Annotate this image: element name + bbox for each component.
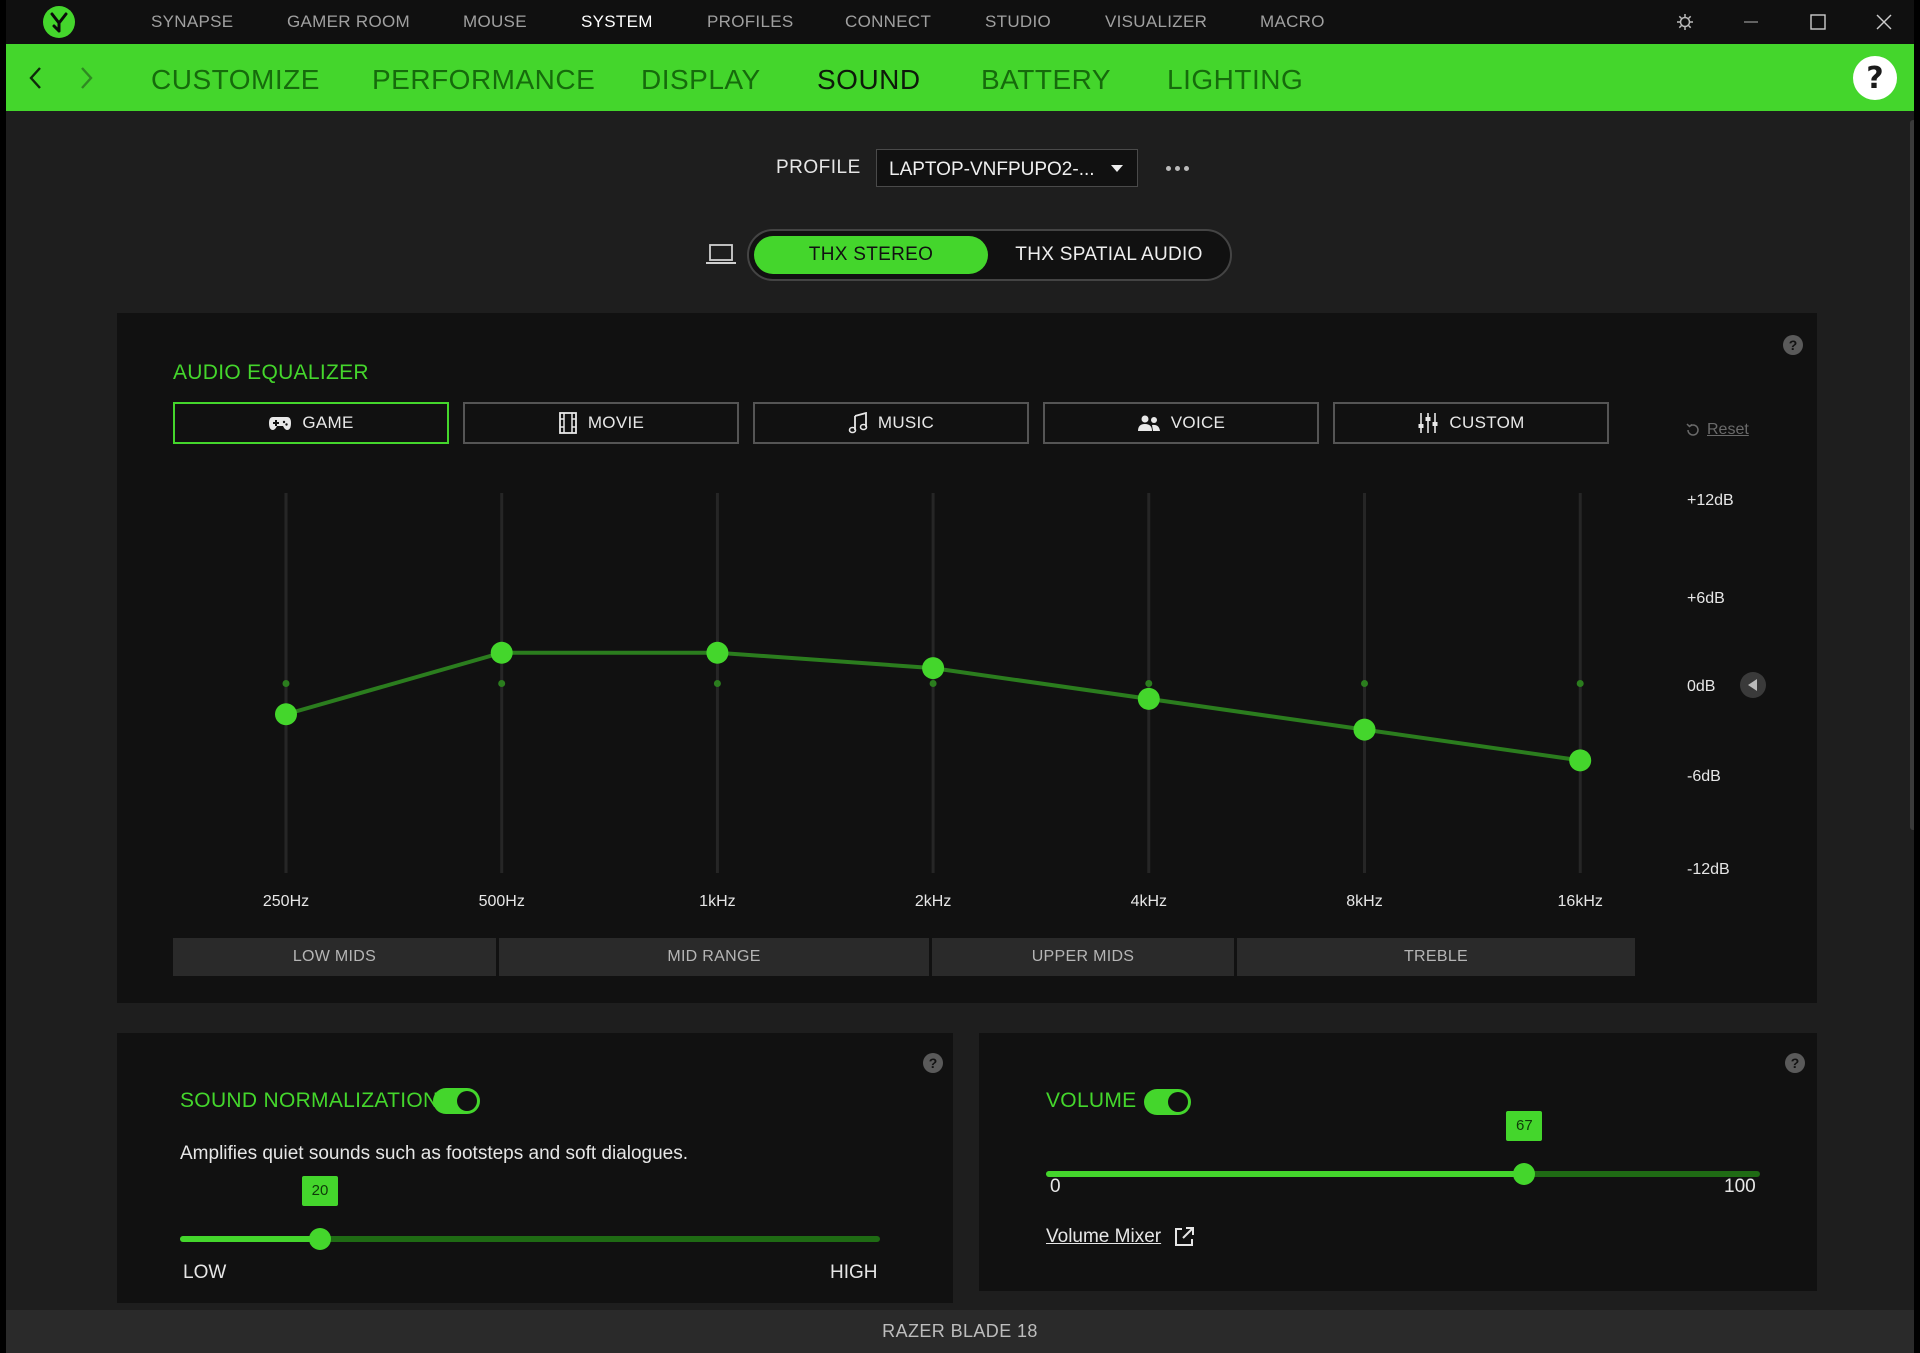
thx-stereo-option[interactable]: THX STEREO	[754, 236, 988, 274]
eq-db-label: 0dB	[1687, 678, 1715, 695]
eq-knob-4khz[interactable]	[1137, 687, 1160, 710]
eq-knob-16khz[interactable]	[1569, 749, 1592, 772]
eq-zero-marker	[282, 680, 290, 687]
zero-db-arrow-icon[interactable]	[1740, 672, 1766, 698]
audio-equalizer-panel: AUDIO EQUALIZER ? GAME MOVIE MUSIC VOICE…	[117, 313, 1817, 1003]
eq-frequency-label: 2kHz	[915, 893, 951, 910]
eq-zero-marker	[713, 680, 721, 687]
forward-arrow-icon[interactable]	[74, 64, 98, 92]
eq-frequency-label: 1kHz	[699, 893, 735, 910]
normalization-max-label: HIGH	[830, 1262, 878, 1283]
topnav-macro[interactable]: MACRO	[1260, 0, 1325, 44]
topnav-profiles[interactable]: PROFILES	[707, 0, 793, 44]
tab-performance[interactable]: PERFORMANCE	[372, 44, 595, 111]
volume-help-icon[interactable]: ?	[1785, 1053, 1805, 1073]
eq-frequency-label: 4kHz	[1131, 893, 1167, 910]
scrollbar[interactable]	[1910, 120, 1914, 830]
band-treble: TREBLE	[1237, 938, 1635, 976]
external-link-icon	[1175, 1227, 1195, 1246]
volume-slider[interactable]: 67	[1046, 1111, 1760, 1187]
topnav-gamer-room[interactable]: GAMER ROOM	[287, 0, 410, 44]
eq-frequency-label: 8kHz	[1346, 893, 1382, 910]
settings-gear-icon[interactable]	[1665, 0, 1705, 44]
tab-sound[interactable]: SOUND	[817, 44, 921, 111]
topnav-mouse[interactable]: MOUSE	[463, 0, 527, 44]
normalization-description: Amplifies quiet sounds such as footsteps…	[180, 1143, 689, 1164]
eq-zero-marker	[1361, 680, 1368, 687]
volume-panel: VOLUME ? 67 0 100 Volume Mixer	[979, 1033, 1817, 1291]
audio-mode-switch: THX STEREO THX SPATIAL AUDIO	[747, 229, 1232, 281]
tab-battery[interactable]: BATTERY	[981, 44, 1111, 111]
eq-frequency-label: 16kHz	[1558, 893, 1603, 910]
razer-logo-icon[interactable]	[43, 6, 75, 38]
eq-db-label: -6dB	[1687, 768, 1721, 785]
normalization-slider[interactable]: 20	[180, 1176, 880, 1252]
help-icon[interactable]: ?	[1853, 56, 1897, 100]
volume-toggle[interactable]	[1144, 1089, 1191, 1115]
eq-zero-marker	[1576, 680, 1584, 687]
caret-down-icon	[1111, 165, 1123, 172]
volume-mixer-link[interactable]: Volume Mixer	[1046, 1226, 1195, 1248]
laptop-icon	[704, 242, 738, 268]
sub-nav-bar: CUSTOMIZE PERFORMANCE DISPLAY SOUND BATT…	[6, 44, 1914, 111]
band-low-mids: LOW MIDS	[173, 938, 496, 976]
eq-frequency-label: 250Hz	[263, 893, 309, 910]
sound-normalization-panel: SOUND NORMALIZATION ? Amplifies quiet so…	[117, 1033, 953, 1303]
topnav-visualizer[interactable]: VISUALIZER	[1105, 0, 1207, 44]
eq-db-label: +6dB	[1687, 590, 1725, 607]
normalization-title: SOUND NORMALIZATION	[180, 1089, 439, 1112]
more-options-icon[interactable]	[1160, 156, 1194, 180]
eq-zero-marker	[929, 680, 937, 687]
equalizer-graph: 250Hz 500Hz 1kHz 2kHz 4kHz 8kHz 16kHz +12dB +6d…	[263, 492, 1766, 910]
normalization-toggle[interactable]	[433, 1088, 480, 1114]
slider-value-tag: 20	[302, 1176, 338, 1206]
slider-fill	[180, 1236, 320, 1242]
profile-label: PROFILE	[776, 157, 861, 178]
slider-knob[interactable]	[309, 1228, 331, 1250]
profile-value: LAPTOP-VNFPUPO2-...	[889, 159, 1095, 180]
maximize-icon[interactable]	[1798, 0, 1838, 44]
synapse-window: SYNAPSE GAMER ROOM MOUSE SYSTEM PROFILES…	[6, 0, 1914, 1353]
eq-knob-1khz[interactable]	[706, 641, 729, 664]
close-icon[interactable]	[1864, 0, 1904, 44]
back-arrow-icon[interactable]	[24, 64, 48, 92]
volume-min-label: 0	[1050, 1176, 1061, 1197]
profile-dropdown[interactable]: LAPTOP-VNFPUPO2-...	[876, 149, 1138, 187]
tab-display[interactable]: DISPLAY	[641, 44, 761, 111]
eq-zero-marker	[498, 680, 506, 687]
eq-knob-250hz[interactable]	[275, 703, 297, 726]
band-upper-mids: UPPER MIDS	[932, 938, 1234, 976]
slider-fill	[1046, 1171, 1525, 1177]
topnav-synapse[interactable]: SYNAPSE	[151, 0, 233, 44]
volume-max-label: 100	[1724, 1176, 1756, 1197]
slider-knob[interactable]	[1513, 1163, 1536, 1185]
band-mid-range: MID RANGE	[499, 938, 929, 976]
eq-knob-8khz[interactable]	[1353, 718, 1376, 741]
minimize-icon[interactable]	[1731, 0, 1771, 44]
eq-knob-2khz[interactable]	[922, 657, 945, 680]
eq-knob-500hz[interactable]	[490, 641, 513, 664]
normalization-help-icon[interactable]: ?	[923, 1053, 943, 1073]
top-nav-bar: SYNAPSE GAMER ROOM MOUSE SYSTEM PROFILES…	[6, 0, 1914, 44]
topnav-system[interactable]: SYSTEM	[581, 0, 653, 44]
volume-mixer-label: Volume Mixer	[1046, 1226, 1162, 1247]
topnav-connect[interactable]: CONNECT	[845, 0, 931, 44]
eq-db-label: -12dB	[1687, 861, 1730, 878]
normalization-min-label: LOW	[183, 1262, 227, 1283]
volume-title: VOLUME	[1046, 1089, 1137, 1112]
device-status-bar: RAZER BLADE 18	[6, 1310, 1914, 1353]
eq-zero-marker	[1145, 680, 1153, 687]
slider-value-tag: 67	[1506, 1111, 1543, 1141]
eq-db-label: +12dB	[1687, 492, 1734, 509]
thx-spatial-audio-option[interactable]: THX SPATIAL AUDIO	[995, 236, 1223, 274]
tab-customize[interactable]: CUSTOMIZE	[151, 44, 320, 111]
topnav-studio[interactable]: STUDIO	[985, 0, 1051, 44]
tab-lighting[interactable]: LIGHTING	[1167, 44, 1303, 111]
eq-frequency-label: 500Hz	[479, 893, 525, 910]
